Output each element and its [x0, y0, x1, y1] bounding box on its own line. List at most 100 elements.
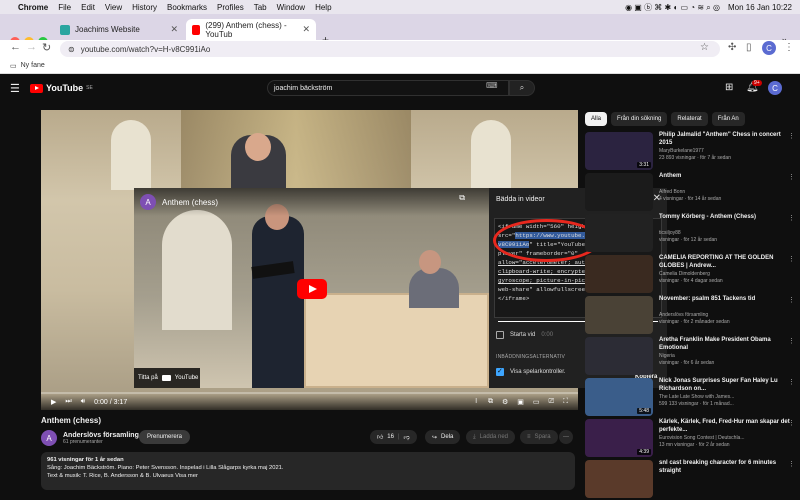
- menu-profiles[interactable]: Profiles: [217, 3, 244, 12]
- chip-from-channel[interactable]: Från An: [711, 112, 745, 126]
- recommendation-title[interactable]: snl cast breaking character for 6 minute…: [659, 460, 791, 475]
- recommendation-channel[interactable]: Nigeria: [659, 353, 675, 360]
- chip-from-search[interactable]: Från din sökning: [611, 112, 668, 126]
- video-thumbnail[interactable]: 3:31: [585, 132, 653, 170]
- menu-bookmarks[interactable]: Bookmarks: [167, 3, 207, 12]
- profile-avatar[interactable]: C: [762, 41, 776, 55]
- video-thumbnail[interactable]: [585, 460, 653, 498]
- account-avatar[interactable]: C: [768, 81, 782, 95]
- start-at-checkbox[interactable]: [496, 331, 504, 339]
- next-icon[interactable]: ⏭: [65, 398, 71, 406]
- recommendation-title[interactable]: Anthem: [659, 173, 791, 181]
- cast-icon[interactable]: ⎚: [548, 398, 554, 406]
- youtube-play-button[interactable]: [297, 279, 327, 299]
- share-button[interactable]: ↪ Dela: [425, 430, 461, 444]
- recommendation-channel[interactable]: Alfred Bonn: [659, 189, 685, 196]
- recommendation-item[interactable]: Anthem Alfred Bonn 4 visningar · för 14 år…: [585, 173, 795, 213]
- search-button[interactable]: ⌕: [509, 80, 535, 96]
- video-thumbnail[interactable]: [585, 214, 653, 252]
- recommendation-title[interactable]: November: psalm 851 Tackens tid: [659, 296, 791, 304]
- recommendation-title[interactable]: Nick Jonas Surprises Super Fan Haley Lu …: [659, 378, 791, 393]
- extensions-icon[interactable]: ✣: [728, 42, 736, 53]
- reload-icon[interactable]: ↻: [42, 41, 51, 54]
- chip-related[interactable]: Relaterat: [671, 112, 708, 126]
- recommendation-title[interactable]: Philip Jalmalid "Anthem" Chess in concer…: [659, 132, 791, 147]
- youtube-logo[interactable]: YouTube SE: [30, 83, 93, 93]
- more-options-icon[interactable]: ⋮: [788, 214, 795, 222]
- more-options-icon[interactable]: ⋮: [788, 296, 795, 304]
- keyboard-icon[interactable]: ⌨: [486, 81, 498, 90]
- download-button[interactable]: ⤓ Ladda ned: [466, 430, 516, 444]
- menu-window[interactable]: Window: [277, 3, 305, 12]
- subscribe-button[interactable]: Prenumerera: [139, 430, 191, 444]
- video-thumbnail[interactable]: [585, 173, 653, 211]
- menu-app-name[interactable]: Chrome: [18, 3, 48, 12]
- back-icon[interactable]: ←: [10, 41, 21, 53]
- watch-on-youtube-button[interactable]: Titta på YouTube: [134, 368, 200, 388]
- recommendation-item[interactable]: 5:48 Nick Jonas Surprises Super Fan Haley…: [585, 378, 795, 418]
- copy-link-icon[interactable]: ⧉: [459, 193, 465, 203]
- settings-gear-icon[interactable]: ⚙: [502, 398, 508, 406]
- autoplay-toggle[interactable]: ⏽: [473, 398, 479, 406]
- start-at-option[interactable]: Starta vid 0:00: [496, 331, 553, 339]
- address-bar[interactable]: ⊜ youtube.com/watch?v=H-v8C991iAo: [60, 41, 720, 57]
- embed-video-title[interactable]: Anthem (chess): [162, 198, 218, 207]
- video-thumbnail[interactable]: [585, 337, 653, 375]
- recommendation-channel[interactable]: MaryBurkelane1977: [659, 148, 704, 155]
- menu-view[interactable]: View: [105, 3, 122, 12]
- menubar-clock[interactable]: Mon 16 Jan 10:22: [728, 3, 792, 12]
- save-button[interactable]: ≡ Spara: [520, 430, 558, 444]
- search-input[interactable]: joachim bäckström: [267, 80, 509, 96]
- recommendation-title[interactable]: Kärlek, Kärlek, Fred, Fred-Hur man skapa…: [659, 419, 791, 434]
- more-actions-button[interactable]: ···: [559, 430, 573, 444]
- menu-tab[interactable]: Tab: [254, 3, 267, 12]
- theater-mode-icon[interactable]: ▭: [533, 398, 540, 406]
- more-options-icon[interactable]: ⋮: [788, 378, 795, 386]
- description-box[interactable]: 961 visningar för 1 år sedan Sång: Joach…: [41, 452, 575, 490]
- side-panel-icon[interactable]: ▯: [746, 42, 752, 53]
- video-thumbnail[interactable]: [585, 296, 653, 334]
- volume-icon[interactable]: 🔊︎: [81, 398, 85, 406]
- like-button[interactable]: 👍︎ 16 | 👎︎: [370, 430, 417, 444]
- more-options-icon[interactable]: ⋮: [788, 460, 795, 468]
- site-info-icon[interactable]: ⊜: [68, 45, 75, 54]
- recommendation-item[interactable]: CAMELIA REPORTING AT THE GOLDEN GLOBES |…: [585, 255, 795, 295]
- menu-file[interactable]: File: [58, 3, 71, 12]
- tab-joachims-website[interactable]: Joachims Website ✕: [54, 19, 184, 40]
- menu-help[interactable]: Help: [315, 3, 331, 12]
- recommendation-item[interactable]: 3:31 Philip Jalmalid "Anthem" Chess in co…: [585, 132, 795, 172]
- menu-edit[interactable]: Edit: [81, 3, 95, 12]
- recommendation-item[interactable]: Tommy Körberg - Anthem (Chess) ticsiljoy8…: [585, 214, 795, 254]
- recommendation-channel[interactable]: ticsiljoy88: [659, 230, 681, 237]
- menu-hamburger-icon[interactable]: ☰: [10, 82, 20, 95]
- bookmark-star-icon[interactable]: ☆: [700, 42, 709, 53]
- chrome-menu-icon[interactable]: ⋮: [784, 42, 794, 53]
- show-controls-option[interactable]: Visa spelarkontroller.: [496, 367, 566, 376]
- more-options-icon[interactable]: ⋮: [788, 173, 795, 181]
- recommendation-title[interactable]: Aretha Franklin Make President Obama Emo…: [659, 337, 791, 352]
- play-icon[interactable]: ▶: [51, 398, 56, 406]
- recommendation-channel[interactable]: Camelia Dimoldenberg: [659, 271, 710, 278]
- video-thumbnail[interactable]: 5:48: [585, 378, 653, 416]
- captions-icon[interactable]: ⧉: [488, 398, 493, 406]
- recommendation-channel[interactable]: The Late Late Show with James...: [659, 394, 734, 401]
- more-options-icon[interactable]: ⋮: [788, 337, 795, 345]
- miniplayer-icon[interactable]: ▣: [517, 398, 524, 406]
- menu-history[interactable]: History: [132, 3, 157, 12]
- forward-icon[interactable]: →: [26, 41, 37, 53]
- recommendation-item[interactable]: snl cast breaking character for 6 minute…: [585, 460, 795, 500]
- channel-avatar[interactable]: A: [140, 194, 156, 210]
- more-options-icon[interactable]: ⋮: [788, 419, 795, 427]
- video-thumbnail[interactable]: 4:39: [585, 419, 653, 457]
- video-thumbnail[interactable]: [585, 255, 653, 293]
- close-tab-icon[interactable]: ✕: [170, 24, 178, 35]
- create-video-icon[interactable]: ⊞: [725, 82, 733, 93]
- more-options-icon[interactable]: ⋮: [788, 255, 795, 263]
- fullscreen-icon[interactable]: ⛶: [563, 398, 568, 406]
- recommendation-channel[interactable]: Anderslövs församling: [659, 312, 708, 319]
- recommendation-item[interactable]: Aretha Franklin Make President Obama Emo…: [585, 337, 795, 377]
- thumbs-down-icon[interactable]: 👎︎: [404, 433, 410, 441]
- show-controls-checkbox[interactable]: [496, 367, 504, 376]
- recommendation-channel[interactable]: Eurovision Song Contest | Deutschla...: [659, 435, 745, 442]
- more-options-icon[interactable]: ⋮: [788, 132, 795, 140]
